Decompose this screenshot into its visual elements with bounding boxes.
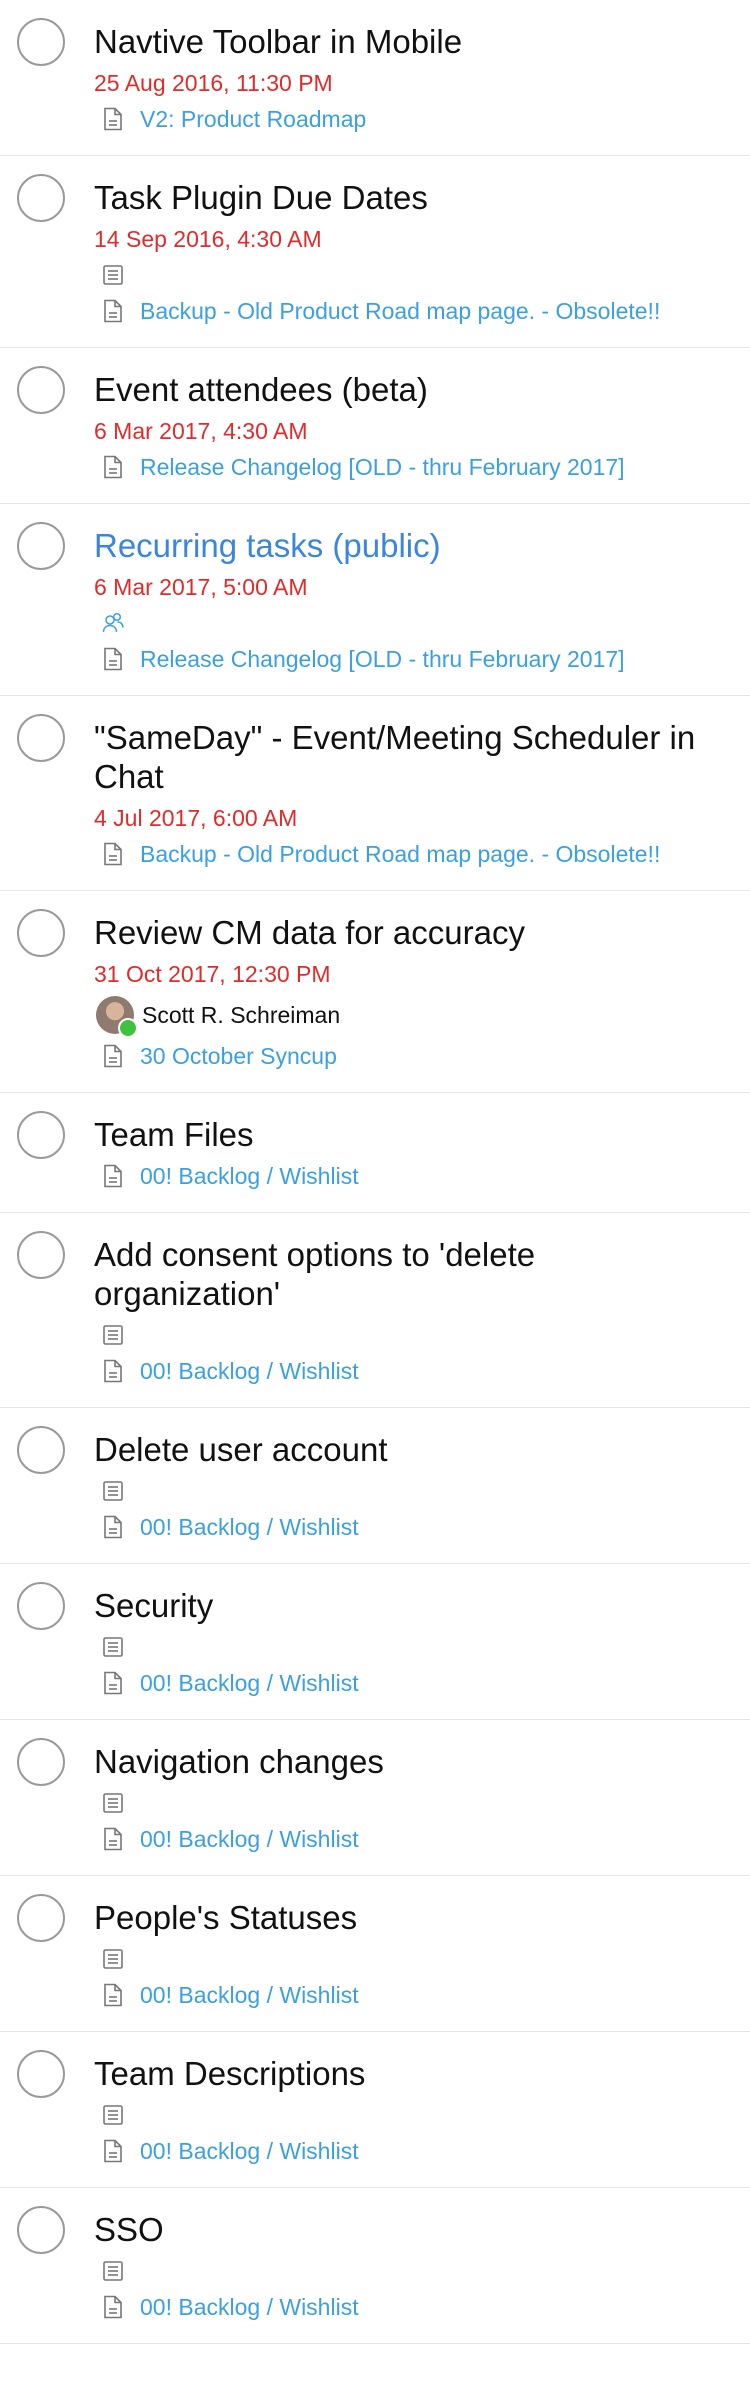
complete-checkbox[interactable] xyxy=(17,2050,65,2098)
parent-page-link[interactable]: 30 October Syncup xyxy=(140,1042,337,1070)
due-date: 31 Oct 2017, 12:30 PM xyxy=(94,961,331,987)
parent-page-link[interactable]: 00! Backlog / Wishlist xyxy=(140,1825,359,1853)
task-title[interactable]: Team Descriptions xyxy=(94,2054,726,2093)
task-title[interactable]: Team Files xyxy=(94,1115,726,1154)
description-icon xyxy=(103,1481,123,1501)
people-icon xyxy=(102,612,124,633)
parent-page-link[interactable]: 00! Backlog / Wishlist xyxy=(140,1162,359,1190)
task-item[interactable]: Event attendees (beta) 6 Mar 2017, 4:30 … xyxy=(0,348,750,504)
description-icon xyxy=(103,1637,123,1657)
due-date: 6 Mar 2017, 5:00 AM xyxy=(94,574,308,600)
task-item[interactable]: Team Descriptions 00! Backlog / Wishlist xyxy=(0,2032,750,2188)
task-item[interactable]: Add consent options to 'delete organizat… xyxy=(0,1213,750,1408)
page-icon xyxy=(104,1983,122,2007)
task-title[interactable]: Navigation changes xyxy=(94,1742,726,1781)
due-date: 14 Sep 2016, 4:30 AM xyxy=(94,226,322,252)
page-icon xyxy=(104,107,122,131)
parent-page-link[interactable]: 00! Backlog / Wishlist xyxy=(140,1357,359,1385)
description-icon xyxy=(103,2105,123,2125)
page-icon xyxy=(104,1044,122,1068)
page-icon xyxy=(104,1827,122,1851)
task-title[interactable]: SSO xyxy=(94,2210,726,2249)
task-title[interactable]: Review CM data for accuracy xyxy=(94,913,726,952)
task-title[interactable]: "SameDay" - Event/Meeting Scheduler in C… xyxy=(94,718,726,796)
task-title[interactable]: People's Statuses xyxy=(94,1898,726,1937)
task-item[interactable]: "SameDay" - Event/Meeting Scheduler in C… xyxy=(0,696,750,891)
complete-checkbox[interactable] xyxy=(17,1111,65,1159)
task-title[interactable]: Event attendees (beta) xyxy=(94,370,726,409)
task-item[interactable]: SSO 00! Backlog / Wishlist xyxy=(0,2188,750,2344)
page-icon xyxy=(104,299,122,323)
due-date: 6 Mar 2017, 4:30 AM xyxy=(94,418,308,444)
online-status-dot xyxy=(118,1018,138,1038)
page-icon xyxy=(104,647,122,671)
due-date: 4 Jul 2017, 6:00 AM xyxy=(94,805,298,831)
complete-checkbox[interactable] xyxy=(17,1738,65,1786)
complete-checkbox[interactable] xyxy=(17,522,65,570)
task-item[interactable]: Security 00! Backlog / Wishlist xyxy=(0,1564,750,1720)
description-icon xyxy=(103,1325,123,1345)
task-item[interactable]: Delete user account 00! Backlog / Wishli… xyxy=(0,1408,750,1564)
task-item[interactable]: Task Plugin Due Dates 14 Sep 2016, 4:30 … xyxy=(0,156,750,348)
page-icon xyxy=(104,842,122,866)
page-icon xyxy=(104,455,122,479)
task-title[interactable]: Recurring tasks (public) xyxy=(94,526,726,565)
task-item[interactable]: Team Files 00! Backlog / Wishlist xyxy=(0,1093,750,1213)
parent-page-link[interactable]: Backup - Old Product Road map page. - Ob… xyxy=(140,297,660,325)
task-item[interactable]: Recurring tasks (public) 6 Mar 2017, 5:0… xyxy=(0,504,750,696)
task-title[interactable]: Delete user account xyxy=(94,1430,726,1469)
complete-checkbox[interactable] xyxy=(17,1582,65,1630)
page-icon xyxy=(104,1359,122,1383)
task-list: Navtive Toolbar in Mobile 25 Aug 2016, 1… xyxy=(0,0,750,2344)
page-icon xyxy=(104,1671,122,1695)
task-title[interactable]: Task Plugin Due Dates xyxy=(94,178,726,217)
page-icon xyxy=(104,1164,122,1188)
task-title[interactable]: Add consent options to 'delete organizat… xyxy=(94,1235,726,1313)
parent-page-link[interactable]: 00! Backlog / Wishlist xyxy=(140,1513,359,1541)
parent-page-link[interactable]: Backup - Old Product Road map page. - Ob… xyxy=(140,840,660,868)
task-item[interactable]: Review CM data for accuracy 31 Oct 2017,… xyxy=(0,891,750,1093)
complete-checkbox[interactable] xyxy=(17,909,65,957)
complete-checkbox[interactable] xyxy=(17,1426,65,1474)
page-icon xyxy=(104,2295,122,2319)
task-item[interactable]: People's Statuses 00! Backlog / Wishlist xyxy=(0,1876,750,2032)
complete-checkbox[interactable] xyxy=(17,1894,65,1942)
parent-page-link[interactable]: 00! Backlog / Wishlist xyxy=(140,1669,359,1697)
parent-page-link[interactable]: 00! Backlog / Wishlist xyxy=(140,2137,359,2165)
page-icon xyxy=(104,1515,122,1539)
parent-page-link[interactable]: Release Changelog [OLD - thru February 2… xyxy=(140,453,625,481)
assignee-name[interactable]: Scott R. Schreiman xyxy=(142,1002,340,1029)
due-date: 25 Aug 2016, 11:30 PM xyxy=(94,70,333,96)
complete-checkbox[interactable] xyxy=(17,1231,65,1279)
complete-checkbox[interactable] xyxy=(17,2206,65,2254)
page-icon xyxy=(104,2139,122,2163)
complete-checkbox[interactable] xyxy=(17,174,65,222)
parent-page-link[interactable]: 00! Backlog / Wishlist xyxy=(140,2293,359,2321)
task-title[interactable]: Security xyxy=(94,1586,726,1625)
parent-page-link[interactable]: V2: Product Roadmap xyxy=(140,105,366,133)
description-icon xyxy=(103,265,123,285)
parent-page-link[interactable]: 00! Backlog / Wishlist xyxy=(140,1981,359,2009)
task-title[interactable]: Navtive Toolbar in Mobile xyxy=(94,22,726,61)
complete-checkbox[interactable] xyxy=(17,18,65,66)
task-item[interactable]: Navigation changes 00! Backlog / Wishlis… xyxy=(0,1720,750,1876)
task-item[interactable]: Navtive Toolbar in Mobile 25 Aug 2016, 1… xyxy=(0,0,750,156)
parent-page-link[interactable]: Release Changelog [OLD - thru February 2… xyxy=(140,645,625,673)
description-icon xyxy=(103,1949,123,1969)
avatar[interactable] xyxy=(96,996,138,1038)
description-icon xyxy=(103,2261,123,2281)
complete-checkbox[interactable] xyxy=(17,714,65,762)
complete-checkbox[interactable] xyxy=(17,366,65,414)
description-icon xyxy=(103,1793,123,1813)
